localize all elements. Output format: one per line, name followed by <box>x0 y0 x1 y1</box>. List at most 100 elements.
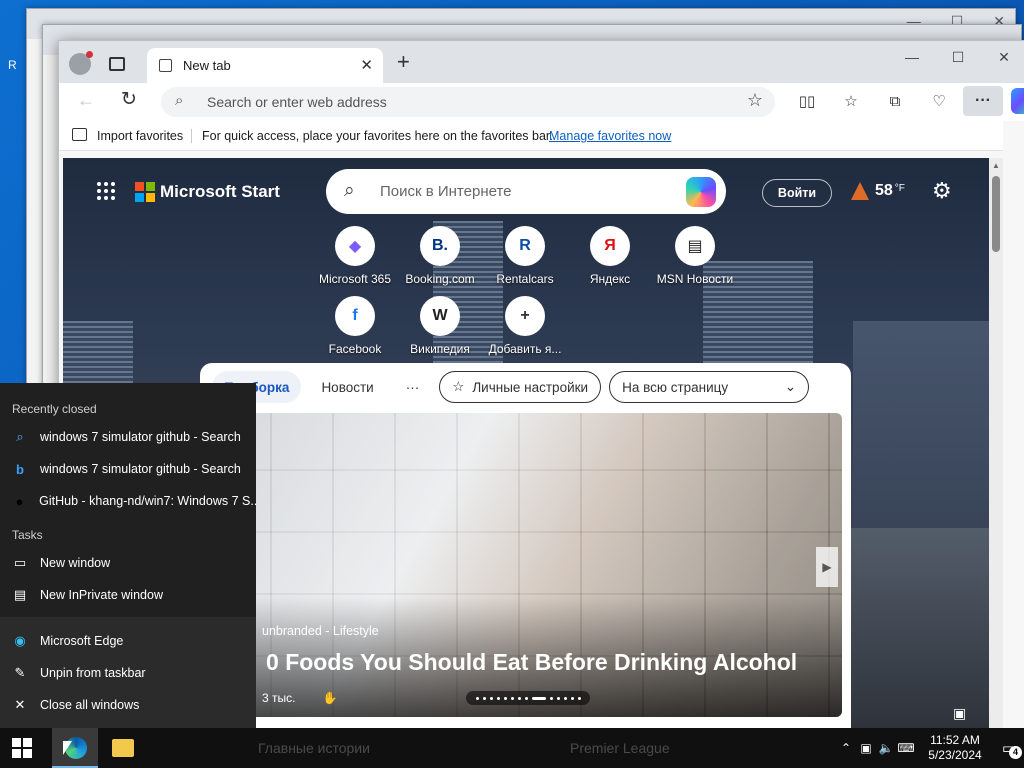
minimize-button[interactable]: — <box>889 41 935 73</box>
taskbar-ghost-label: Premier League <box>570 740 670 756</box>
settings-and-more-button[interactable]: ··· <box>963 86 1003 116</box>
recent-item-label: GitHub - khang-nd/win7: Windows 7 S... <box>39 494 256 508</box>
clock-time: 11:52 AM <box>930 733 980 747</box>
favorites-icon[interactable]: ☆ <box>841 91 861 111</box>
window-icon: ▭ <box>13 555 27 570</box>
sign-in-button[interactable]: Войти <box>762 179 832 207</box>
microsoft-edge-item[interactable]: ◉ Microsoft Edge <box>0 625 256 657</box>
app-label: Microsoft Edge <box>40 634 124 648</box>
taskbar-ghost-label: Главные истории <box>258 740 370 756</box>
search-icon: ⌕ <box>16 429 24 444</box>
close-window-button[interactable]: ✕ <box>981 41 1024 73</box>
quick-link[interactable]: Я Яндекс <box>569 226 651 286</box>
news-feed-panel: Подборка Новости ··· ☆ Личные настройки … <box>200 363 851 739</box>
manage-favorites-link[interactable]: Manage favorites now <box>549 129 671 143</box>
collections-icon[interactable]: ⧉ <box>885 91 905 111</box>
scrollbar-thumb[interactable] <box>992 176 1000 252</box>
tab-title: New tab <box>183 58 231 73</box>
article-title-text: Foods You Should Eat Before Drinking Alc… <box>285 649 798 675</box>
unpin-from-taskbar-item[interactable]: ✎ Unpin from taskbar <box>0 657 256 689</box>
split-screen-icon[interactable]: ▯▯ <box>797 91 817 111</box>
quick-link[interactable]: ◆ Microsoft 365 <box>314 226 396 286</box>
carousel-next-button[interactable]: ▶ <box>816 547 838 587</box>
clock[interactable]: 11:52 AM 5/23/2024 <box>916 733 994 763</box>
tasks-header: Tasks <box>12 528 43 542</box>
taskbar: Главные истории Premier League ⌃ ▣ 🔈 ⌨ 1… <box>0 728 1024 768</box>
article-title[interactable]: 0 Foods You Should Eat Before Drinking A… <box>266 649 797 676</box>
article-like-count: 3 тыс. <box>262 691 296 705</box>
quick-link[interactable]: + Добавить я... <box>484 296 566 356</box>
recent-item[interactable]: b windows 7 simulator github - Search <box>0 453 256 485</box>
browser-essentials-icon[interactable]: ♡ <box>929 91 949 111</box>
microsoft-start-brand[interactable]: Microsoft Start <box>160 182 280 202</box>
quick-link-label: Rentalcars <box>496 272 554 286</box>
recent-item-label: windows 7 simulator github - Search <box>40 462 241 476</box>
tab-new-tab[interactable]: New tab ✕ <box>147 48 383 83</box>
quick-link-label: Booking.com <box>405 272 475 286</box>
system-tray: ⌃ ▣ 🔈 ⌨ 11:52 AM 5/23/2024 ▭ 4 <box>836 728 1024 768</box>
chevron-up-icon[interactable]: ⌃ <box>836 741 856 755</box>
rentalcars-icon: R <box>505 226 545 266</box>
quick-link[interactable]: W Википедия <box>399 296 481 356</box>
quick-link[interactable]: ▤ MSN Новости <box>654 226 736 286</box>
copilot-icon[interactable] <box>686 177 716 207</box>
search-icon: ⌕ <box>175 92 184 109</box>
yandex-icon: Я <box>590 226 630 266</box>
add-icon: + <box>505 296 545 336</box>
microsoft-logo-icon <box>135 182 155 202</box>
featured-article-card[interactable]: unbranded - Lifestyle 0 Foods You Should… <box>210 413 842 717</box>
quick-link[interactable]: R Rentalcars <box>484 226 566 286</box>
layout-select-value: На всю страницу <box>622 379 729 395</box>
quick-link-label: MSN Новости <box>656 272 734 286</box>
web-search-placeholder: Поиск в Интернете <box>380 183 512 200</box>
wikipedia-icon: W <box>420 296 460 336</box>
new-inprivate-window-item[interactable]: ▤ New InPrivate window <box>0 579 256 611</box>
article-likes[interactable]: 3 тыс. ✋ <box>262 691 338 705</box>
carousel-pager[interactable] <box>466 691 590 705</box>
keyboard-icon[interactable]: ⌨ <box>896 741 916 755</box>
import-favorites-button[interactable]: Import favorites <box>97 129 183 143</box>
thumbs-down-icon[interactable]: ✋ <box>323 691 338 705</box>
import-icon <box>72 128 87 141</box>
weather-widget[interactable]: 58 °F <box>851 182 905 200</box>
tab-actions-icon[interactable] <box>109 57 125 71</box>
mouse-cursor <box>63 741 72 755</box>
tab-news[interactable]: Новости <box>309 371 385 403</box>
start-button[interactable] <box>12 738 32 758</box>
maximize-button[interactable]: ☐ <box>935 41 981 73</box>
app-launcher-icon[interactable] <box>97 182 115 200</box>
page-icon <box>159 59 172 72</box>
page-settings-gear-icon[interactable]: ⚙ <box>932 178 952 204</box>
copilot-icon[interactable] <box>1011 88 1024 114</box>
action-center-button[interactable]: ▭ 4 <box>994 739 1024 759</box>
scroll-up-arrow-icon[interactable]: ▲ <box>992 161 1000 170</box>
volume-icon[interactable]: 🔈 <box>876 741 896 755</box>
file-explorer-icon[interactable] <box>112 739 134 757</box>
feed-more-button[interactable]: ··· <box>394 371 432 403</box>
app-label: Close all windows <box>40 698 140 712</box>
recent-item[interactable]: ⌕ windows 7 simulator github - Search <box>0 421 256 453</box>
divider <box>191 129 192 143</box>
layout-select[interactable]: На всю страницу ⌄ <box>609 371 810 403</box>
new-tab-button[interactable]: + <box>397 51 410 73</box>
close-all-windows-item[interactable]: ✕ Close all windows <box>0 689 256 721</box>
address-bar[interactable]: ⌕ Search or enter web address ☆ <box>161 87 775 117</box>
web-search-box[interactable]: ⌕ Поиск в Интернете <box>326 169 726 214</box>
page-scrollbar[interactable]: ▲ <box>989 158 1003 739</box>
recent-item[interactable]: ● GitHub - khang-nd/win7: Windows 7 S... <box>0 485 256 517</box>
background-street <box>851 528 989 739</box>
back-arrow-icon[interactable]: ← <box>77 90 95 111</box>
taskbar-edge-button[interactable] <box>52 728 98 768</box>
quick-link[interactable]: B. Booking.com <box>399 226 481 286</box>
quick-link[interactable]: f Facebook <box>314 296 396 356</box>
profile-avatar[interactable] <box>69 51 93 75</box>
new-window-item[interactable]: ▭ New window <box>0 547 256 579</box>
sidebar-strip <box>1003 121 1024 739</box>
article-source: unbranded - Lifestyle <box>262 624 379 638</box>
personalize-button[interactable]: ☆ Личные настройки <box>439 371 602 403</box>
reload-icon[interactable]: ↻ <box>121 88 137 111</box>
image-info-icon[interactable]: ▣ <box>953 705 966 722</box>
favorite-star-icon[interactable]: ☆ <box>747 90 763 111</box>
tab-close-button[interactable]: ✕ <box>360 56 373 74</box>
network-icon[interactable]: ▣ <box>856 741 876 755</box>
